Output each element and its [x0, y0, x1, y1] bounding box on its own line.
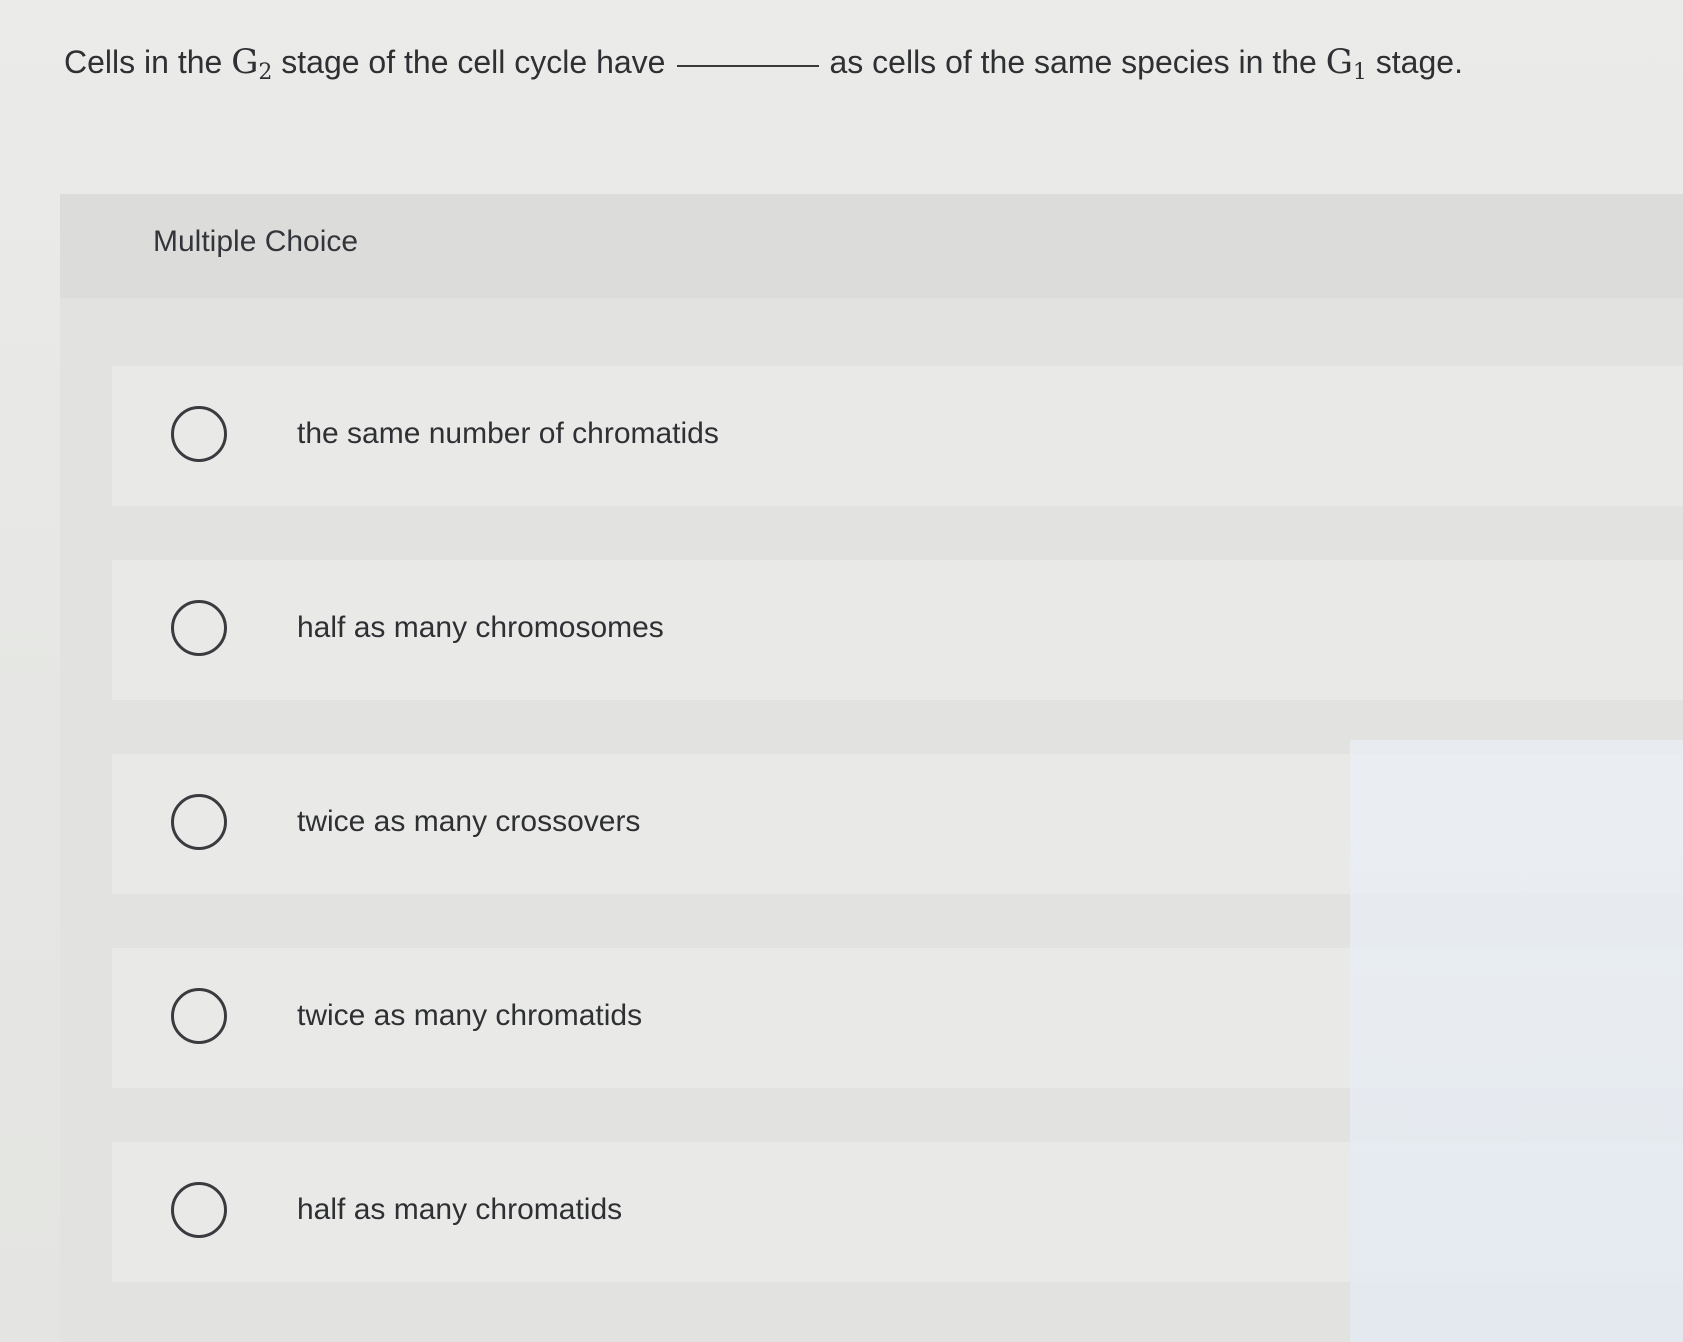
answer-blank	[677, 65, 820, 67]
option-row[interactable]: twice as many crossovers	[112, 754, 1683, 894]
multiple-choice-panel: Multiple Choice the same number of chrom…	[60, 194, 1683, 1342]
g1-symbol: G1	[1325, 42, 1367, 85]
options-list: the same number of chromatids half as ma…	[112, 366, 1683, 1336]
option-label[interactable]: half as many chromosomes	[297, 608, 664, 648]
option-label[interactable]: twice as many chromatids	[297, 996, 642, 1036]
radio-button[interactable]	[171, 600, 227, 656]
radio-button[interactable]	[171, 988, 227, 1044]
option-row[interactable]: the same number of chromatids	[112, 366, 1683, 506]
g2-symbol: G2	[231, 42, 273, 85]
option-label[interactable]: twice as many crossovers	[297, 802, 640, 842]
radio-button[interactable]	[171, 794, 227, 850]
option-label[interactable]: half as many chromatids	[297, 1190, 622, 1230]
option-row[interactable]: half as many chromosomes	[112, 560, 1683, 700]
question-part-before: Cells in the	[64, 44, 223, 80]
option-row[interactable]: half as many chromatids	[112, 1142, 1683, 1282]
question-text: Cells in the G2 stage of the cell cycle …	[64, 36, 1664, 99]
radio-button[interactable]	[171, 406, 227, 462]
multiple-choice-title: Multiple Choice	[153, 225, 359, 258]
multiple-choice-header: Multiple Choice	[60, 194, 1683, 298]
radio-button[interactable]	[171, 1182, 227, 1238]
question-part-middle: stage of the cell cycle have	[281, 44, 666, 80]
option-row[interactable]: twice as many chromatids	[112, 948, 1683, 1088]
question-part-after: as cells of the same species in the	[829, 44, 1317, 80]
option-label[interactable]: the same number of chromatids	[297, 414, 719, 454]
question-part-end: stage.	[1375, 44, 1463, 80]
